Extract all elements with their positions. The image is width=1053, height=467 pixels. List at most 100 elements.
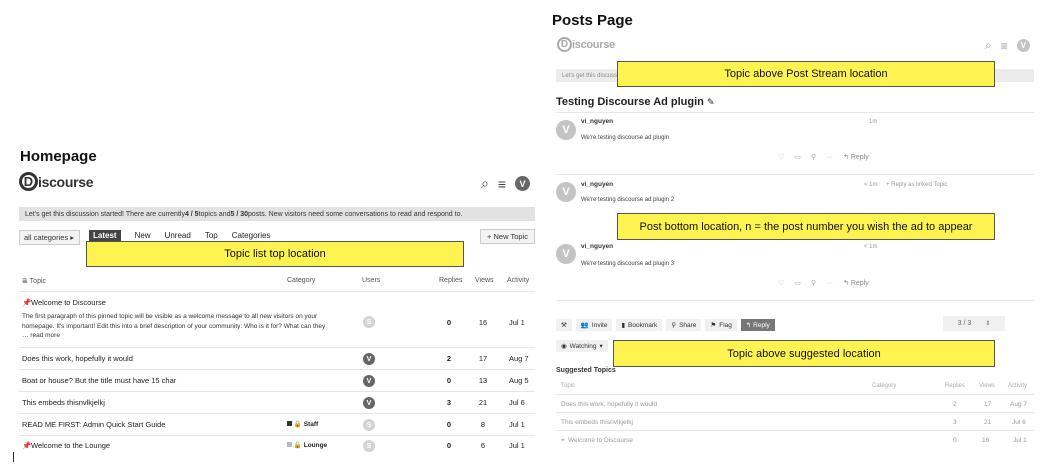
col-users[interactable]: Users (362, 277, 380, 284)
nav-unread[interactable]: Unread (165, 231, 191, 240)
suggested-topics-table: Topic Category Replies Views Activity Do… (556, 381, 1034, 448)
activity-date[interactable]: Jul 6 (509, 398, 525, 407)
edit-pencil-icon[interactable]: ✎ (707, 97, 715, 107)
nav-top[interactable]: Top (205, 231, 218, 240)
hamburger-menu-icon[interactable]: ≡ (1001, 39, 1008, 53)
reply-button[interactable]: ↰ Reply (843, 153, 869, 161)
col-topic[interactable]: ≣ Topic (22, 277, 46, 285)
post-actions: ♡ ▭ ⚲ ··· ↰ Reply (778, 153, 869, 162)
suggested-row[interactable]: Does this work, hopefully it would 2 17 … (556, 394, 1034, 412)
activity-date[interactable]: Aug 5 (509, 376, 529, 385)
activity-date[interactable]: Jul 1 (509, 318, 525, 327)
col-views[interactable]: Views (475, 277, 494, 284)
col-views[interactable]: Views (979, 383, 995, 389)
invite-button[interactable]: 👥 Invite (575, 319, 613, 331)
suggested-title[interactable]: Does this work, hopefully it would (561, 401, 657, 408)
col-replies[interactable]: Replies (945, 383, 965, 389)
admin-wrench-button[interactable]: ⚒ (556, 319, 572, 331)
col-activity[interactable]: Activity (507, 277, 529, 284)
activity-date[interactable]: Aug 7 (509, 354, 529, 363)
post-age[interactable]: < 1m (864, 182, 878, 188)
col-topic[interactable]: Topic (561, 383, 575, 389)
new-topic-button[interactable]: + New Topic (480, 229, 535, 244)
reply-as-linked-topic-link[interactable]: + Reply as linked Topic (886, 182, 947, 188)
flag-button[interactable]: ⚑ Flag (705, 319, 737, 331)
activity-date[interactable]: Jul 1 (509, 441, 525, 450)
users-icon: 👥 (580, 322, 589, 329)
col-category[interactable]: Category (287, 277, 315, 284)
category-badge[interactable]: 🔒 Staff (287, 420, 318, 428)
category-badge[interactable]: 🔒 Lounge (287, 441, 327, 449)
table-row[interactable]: Boat or house? But the title must have 1… (19, 369, 535, 391)
nav-new[interactable]: New (135, 231, 151, 240)
ad-topic-above-suggested: Topic above suggested location (613, 340, 995, 367)
activity-date[interactable]: Jul 6 (1012, 419, 1026, 426)
topic-title[interactable]: Welcome to the Lounge (31, 441, 110, 450)
reply-topic-button[interactable]: ↰ Reply (740, 319, 775, 331)
topic-title[interactable]: Does this work, hopefully it would (22, 354, 133, 363)
post-age[interactable]: 1m (869, 119, 877, 125)
link-icon: ⚲ (671, 322, 677, 329)
suggested-title[interactable]: This embeds thisnvlkjelkj (561, 419, 633, 426)
like-icon[interactable]: ♡ (778, 153, 784, 161)
user-avatar[interactable]: S (363, 440, 375, 452)
reply-button[interactable]: ↰ Reply (843, 279, 869, 287)
homepage-logo[interactable]: D iscourse (19, 172, 93, 191)
topic-title[interactable]: This embeds thisnvlkjelkj (22, 398, 105, 407)
user-avatar[interactable]: V (363, 375, 375, 387)
homepage-section-title: Homepage (20, 148, 97, 165)
post-username[interactable]: vi_nguyen (581, 181, 613, 188)
topic-title[interactable]: Boat or house? But the title must have 1… (22, 376, 176, 385)
user-avatar[interactable]: S (363, 316, 375, 328)
suggested-row[interactable]: ⌖ Welcome to Discourse 0 16 Jul 1 (556, 430, 1034, 448)
suggested-title[interactable]: Welcome to Discourse (568, 437, 633, 444)
posts-page-logo[interactable]: D iscourse (557, 37, 615, 52)
user-avatar[interactable]: V (515, 176, 531, 191)
topic-progress[interactable]: 3 / 3 ⇕ (943, 316, 1005, 331)
link-icon[interactable]: ⚲ (811, 153, 816, 161)
hamburger-menu-icon[interactable]: ≡ (498, 176, 506, 192)
activity-date[interactable]: Jul 1 (1013, 437, 1027, 444)
topic-list-header: ≣ Topic Category Users Replies Views Act… (19, 277, 535, 291)
like-icon[interactable]: ♡ (778, 279, 784, 287)
topic-title[interactable]: READ ME FIRST: Admin Quick Start Guide (22, 420, 165, 429)
table-row[interactable]: Does this work, hopefully it would V 2 1… (19, 347, 535, 369)
bookmark-icon[interactable]: ▭ (794, 279, 801, 287)
share-button[interactable]: ⚲ Share (666, 319, 702, 331)
notification-level-dropdown[interactable]: ◉ Watching ▾ (556, 340, 608, 352)
table-row[interactable]: READ ME FIRST: Admin Quick Start Guide 🔒… (19, 413, 535, 435)
post-username[interactable]: vi_nguyen (581, 243, 613, 250)
col-activity[interactable]: Activity (1008, 383, 1027, 389)
col-replies[interactable]: Replies (439, 277, 462, 284)
more-icon[interactable]: ··· (826, 280, 833, 287)
activity-date[interactable]: Aug 7 (1010, 401, 1027, 408)
user-avatar[interactable]: S (363, 419, 375, 431)
post-age[interactable]: < 1m (864, 244, 878, 250)
more-icon[interactable]: ··· (826, 154, 833, 161)
table-row[interactable]: 📌 Welcome to Discourse The first paragra… (19, 291, 535, 347)
col-category[interactable]: Category (872, 383, 896, 389)
search-icon[interactable]: ⌕ (985, 38, 992, 53)
table-row[interactable]: 📌 Welcome to the Lounge 🔒 Lounge S 0 6 J… (19, 435, 535, 455)
post-avatar[interactable]: V (556, 182, 576, 202)
bookmark-button[interactable]: ▮ Bookmark (616, 319, 663, 331)
views-count: 16 (982, 437, 990, 444)
activity-date[interactable]: Jul 1 (509, 420, 525, 429)
nav-categories[interactable]: Categories (232, 231, 271, 240)
post-avatar[interactable]: V (556, 120, 576, 140)
read-more-link[interactable]: … read more (22, 331, 357, 341)
homepage-header-icons: ⌕ ≡ V (481, 175, 531, 192)
table-row[interactable]: This embeds thisnvlkjelkj V 3 21 Jul 6 (19, 391, 535, 413)
topic-title[interactable]: Welcome to Discourse (31, 298, 106, 307)
suggested-row[interactable]: This embeds thisnvlkjelkj 3 21 Jul 6 (556, 412, 1034, 430)
nav-latest[interactable]: Latest (89, 230, 121, 241)
link-icon[interactable]: ⚲ (811, 279, 816, 287)
category-dropdown[interactable]: all categories ▸ (19, 230, 80, 245)
user-avatar[interactable]: V (363, 353, 375, 365)
user-avatar[interactable]: V (1016, 39, 1030, 52)
post-avatar[interactable]: V (556, 244, 576, 264)
post-username[interactable]: vi_nguyen (581, 118, 613, 125)
user-avatar[interactable]: V (363, 397, 375, 409)
search-icon[interactable]: ⌕ (481, 175, 489, 192)
bookmark-icon[interactable]: ▭ (794, 153, 801, 161)
